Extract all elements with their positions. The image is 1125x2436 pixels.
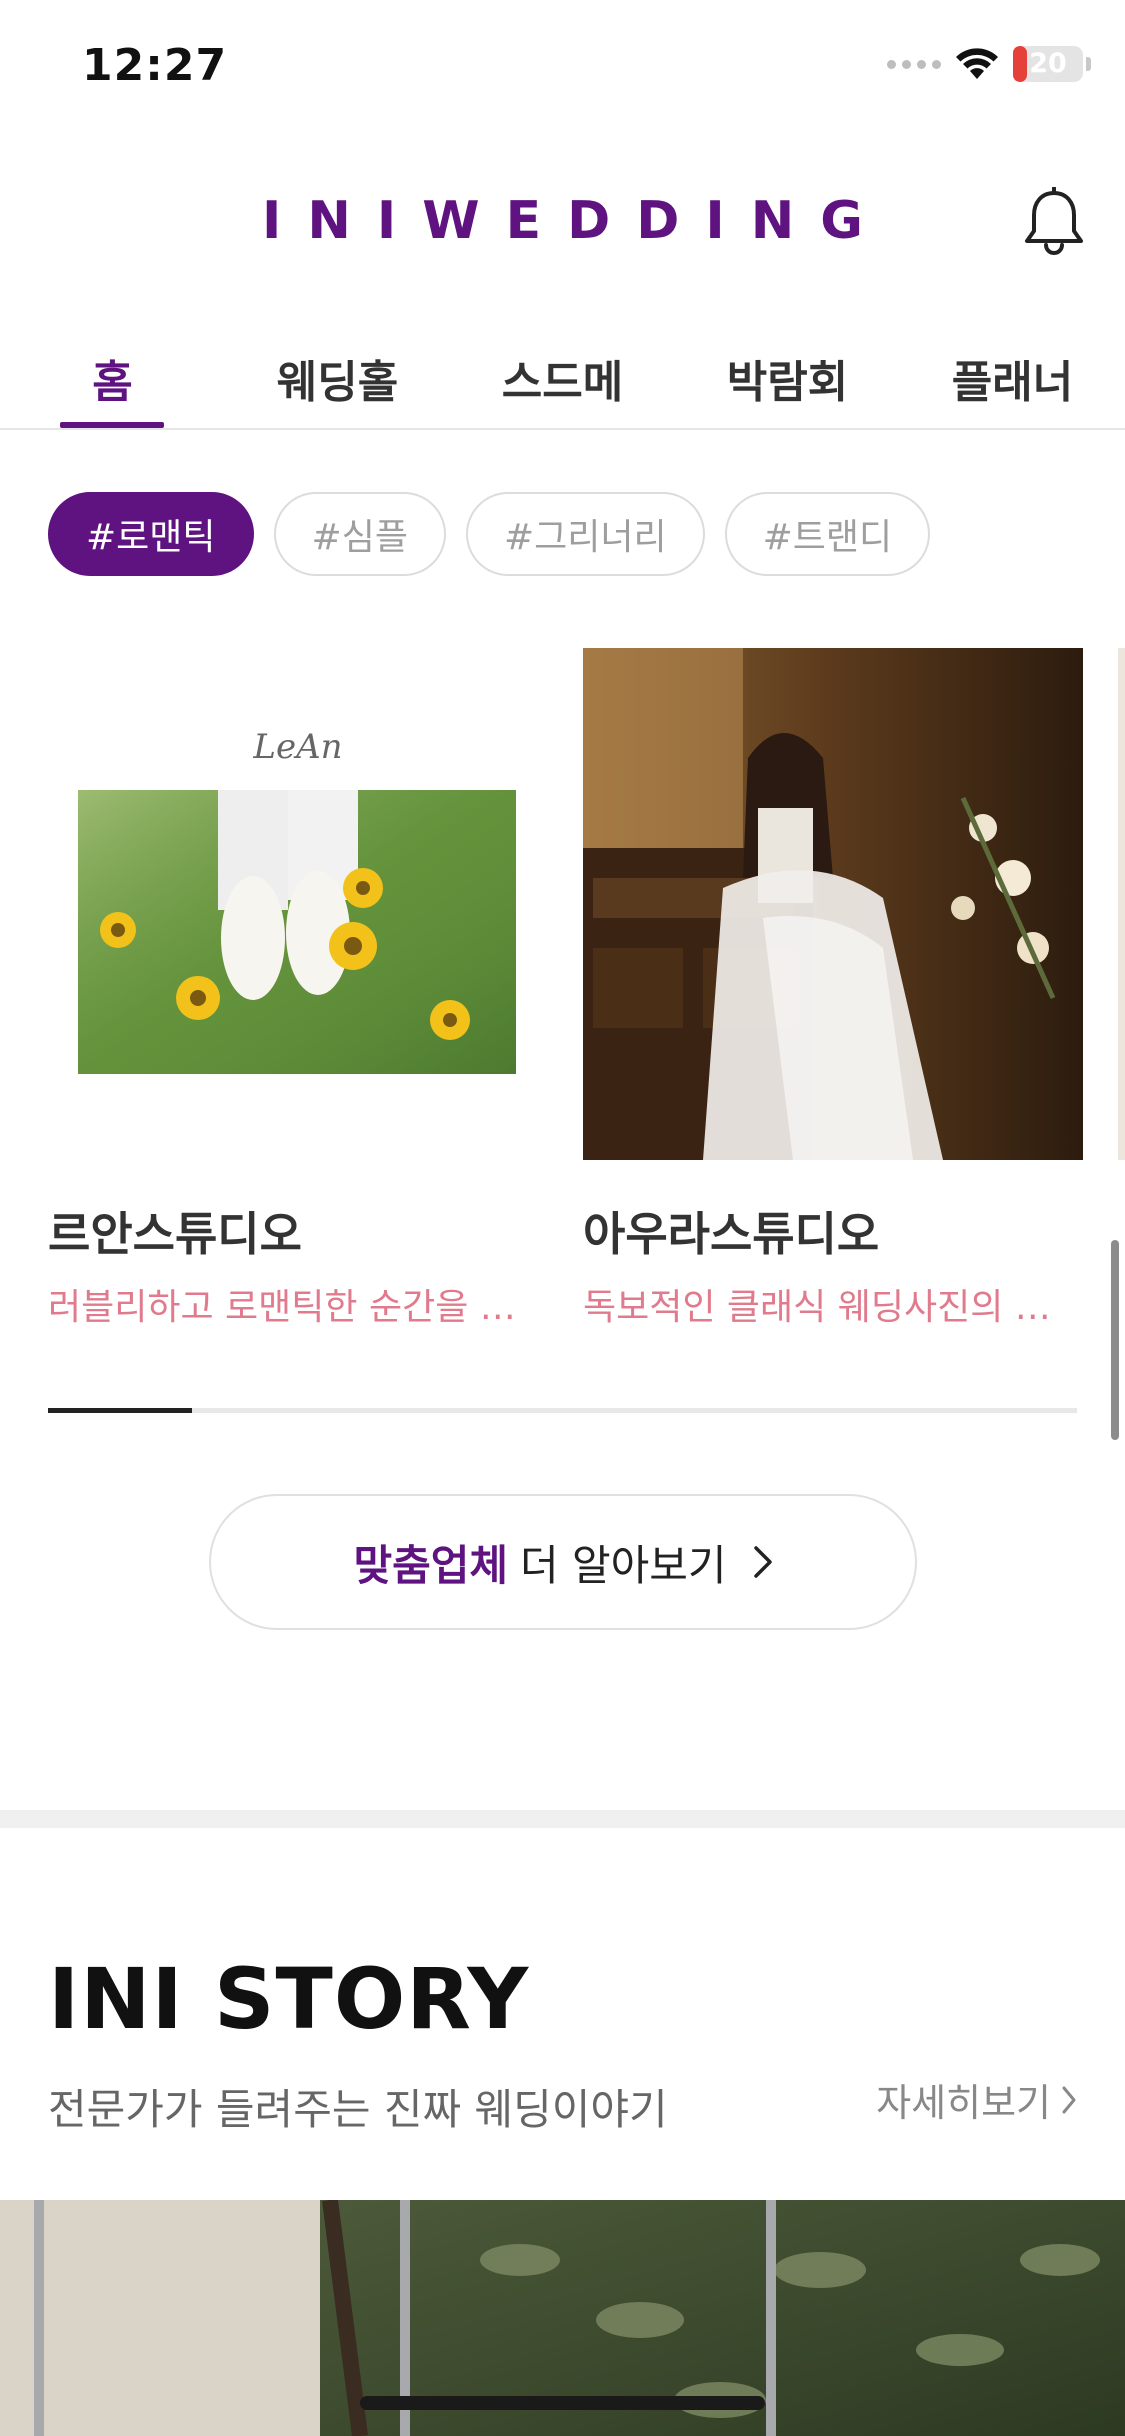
tab-planner[interactable]: 플래너 xyxy=(900,330,1125,428)
cellular-signal-icon xyxy=(887,59,941,69)
studio-name: 르안스튜디오 xyxy=(48,1207,302,1261)
studio-description: 독보적인 클래식 웨딩사진의 '아우라' xyxy=(583,1287,1053,1328)
chip-romantic[interactable]: #로맨틱 xyxy=(48,492,254,576)
chip-simple[interactable]: #심플 xyxy=(273,492,446,576)
studio-photo xyxy=(1118,648,1125,1160)
section-subtitle: 전문가가 들려주는 진짜 웨딩이야기 xyxy=(48,2085,668,2134)
battery-icon: 20 xyxy=(1013,46,1091,82)
tab-active-indicator xyxy=(60,422,164,428)
studio-photo: LeAn xyxy=(48,648,548,1160)
carousel-progress xyxy=(48,1408,1077,1413)
chip-trendy[interactable]: #트랜디 xyxy=(724,492,931,576)
story-more-label: 자세히보기 xyxy=(876,2081,1051,2125)
more-vendors-button[interactable]: 맞춤업체 더 알아보기 xyxy=(209,1494,917,1630)
status-indicators: 20 xyxy=(887,46,1091,82)
tab-wedding-hall[interactable]: 웨딩홀 xyxy=(225,330,450,428)
story-more-link[interactable]: 자세히보기 xyxy=(876,2072,1077,2127)
hashtag-chips: #로맨틱 #심플 #그리너리 #트랜디 xyxy=(48,492,931,576)
studio-card-partial[interactable] xyxy=(1118,648,1125,1160)
page-scrollbar[interactable] xyxy=(1111,1240,1119,1440)
studio-logo-script: LeAn xyxy=(252,727,342,767)
studio-description: 러블리하고 로맨틱한 순간을 담아내는 스튜디오 xyxy=(48,1287,518,1328)
tab-fair[interactable]: 박람회 xyxy=(675,330,900,428)
tab-label: 플래너 xyxy=(951,357,1074,408)
wifi-icon xyxy=(956,48,998,79)
tab-home[interactable]: 홈 xyxy=(0,330,225,428)
status-bar: 12:27 20 xyxy=(0,0,1125,135)
category-tabs: 홈 웨딩홀 스드메 박람회 플래너 xyxy=(0,330,1125,430)
app-logo[interactable]: INIWEDDING xyxy=(0,191,1125,251)
home-indicator[interactable] xyxy=(360,2396,765,2410)
more-vendors-highlight: 맞춤업체 xyxy=(353,1540,508,1590)
tab-label: 박람회 xyxy=(726,357,849,408)
studio-card[interactable]: LeAn 르안스튜디오 러블리하고 로맨틱한 순간을 담아내는 스튜디오 xyxy=(48,648,548,1330)
tab-label: 웨딩홀 xyxy=(276,357,399,408)
studio-name: 아우라스튜디오 xyxy=(583,1207,880,1261)
studio-carousel[interactable]: LeAn 르안스튜디오 러블리하고 로맨틱한 순간을 담아내는 스튜디오 xyxy=(48,648,1125,1338)
app-header: INIWEDDING xyxy=(0,135,1125,315)
chevron-right-icon xyxy=(1062,2086,1076,2113)
tab-sdm[interactable]: 스드메 xyxy=(450,330,675,428)
studio-photo xyxy=(583,648,1083,1160)
chevron-right-icon xyxy=(753,1546,772,1578)
carousel-progress-fill xyxy=(48,1408,192,1413)
bell-icon[interactable] xyxy=(1021,187,1087,257)
tab-label: 스드메 xyxy=(501,357,624,408)
section-title: INI STORY xyxy=(48,1950,530,2048)
more-vendors-label: 더 알아보기 xyxy=(520,1540,727,1590)
studio-card[interactable]: 아우라스튜디오 독보적인 클래식 웨딩사진의 '아우라' xyxy=(583,648,1083,1330)
section-divider xyxy=(0,1810,1125,1828)
chip-greenery[interactable]: #그리너리 xyxy=(465,492,705,576)
tab-label: 홈 xyxy=(92,357,133,408)
status-time: 12:27 xyxy=(82,40,228,91)
battery-level: 20 xyxy=(1029,48,1067,79)
battery-tip xyxy=(1086,57,1091,71)
